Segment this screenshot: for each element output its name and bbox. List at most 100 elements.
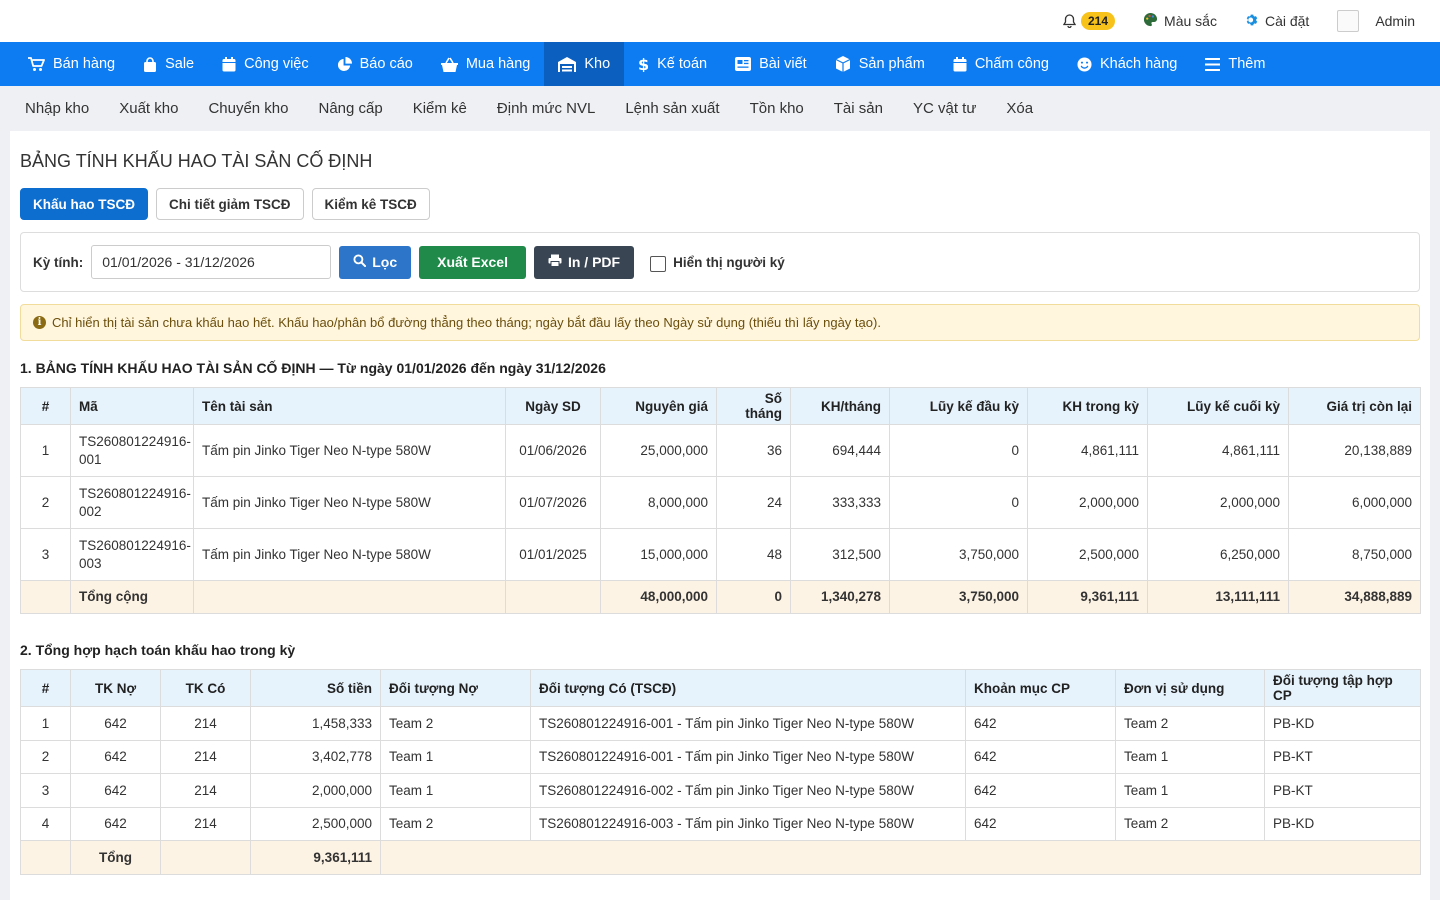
svg-text:$: $ xyxy=(638,56,649,72)
table-row: 4 642 214 2,500,000 Team 2 TS260801224916-003… xyxy=(20,806,1421,841)
subnav-item-dinh-muc-nvl[interactable]: Định mức NVL xyxy=(482,100,610,117)
table-cell: Tấm pin Jinko Tiger Neo N-type 580W xyxy=(193,424,506,477)
total-luy-ke-dau: 3,750,000 xyxy=(889,580,1028,614)
tab-khau-hao[interactable]: Khấu hao TSCĐ xyxy=(20,188,149,220)
table-cell: 4 xyxy=(20,806,71,841)
nav-item-bao-cao[interactable]: Báo cáo xyxy=(323,42,427,86)
calendar-check-icon xyxy=(953,56,967,72)
column-header: KH trong kỳ xyxy=(1027,387,1148,425)
subnav-item-tai-san[interactable]: Tài sản xyxy=(819,100,898,117)
table-cell: 2 xyxy=(20,739,71,774)
main-nav: Bán hàng Sale Công việc Báo cáo Mua hàng Kho $… xyxy=(0,42,1440,86)
table-cell: 1 xyxy=(20,424,71,477)
table-row: 2 TS260801224916-002 Tấm pin Jinko Tiger N… xyxy=(20,476,1421,529)
bell-icon xyxy=(1061,13,1077,29)
table-row: 1 TS260801224916-001 Tấm pin Jinko Tiger N… xyxy=(20,424,1421,477)
total-row: Tổng cộng 48,000,000 0 1,340,278 3,750,000 9,… xyxy=(20,580,1421,614)
subnav-item-kiem-ke[interactable]: Kiểm kê xyxy=(398,100,482,117)
column-header: # xyxy=(20,387,71,425)
table-cell: 25,000,000 xyxy=(600,424,717,477)
show-signer-option[interactable]: Hiển thị người ký xyxy=(650,253,785,272)
export-excel-button[interactable]: Xuất Excel xyxy=(419,245,526,279)
user-menu[interactable]: Admin xyxy=(1337,10,1415,32)
nav-item-sale[interactable]: Sale xyxy=(129,42,208,86)
subnav-item-nhap-kho[interactable]: Nhập kho xyxy=(10,100,104,117)
subnav-item-nang-cap[interactable]: Nâng cấp xyxy=(304,100,398,117)
nav-item-label: Công việc xyxy=(244,56,309,72)
subnav-item-xuat-kho[interactable]: Xuất kho xyxy=(104,100,193,117)
column-header: Lũy kế cuối kỳ xyxy=(1147,387,1289,425)
color-menu[interactable]: Màu sắc xyxy=(1143,12,1217,30)
nav-item-them[interactable]: Thêm xyxy=(1191,42,1279,86)
table-cell: 694,444 xyxy=(790,424,890,477)
nav-item-san-pham[interactable]: Sản phẩm xyxy=(821,42,939,86)
nav-item-ban-hang[interactable]: Bán hàng xyxy=(14,42,129,86)
show-signer-checkbox[interactable] xyxy=(650,255,667,272)
table-cell: TS260801224916-001 - Tấm pin Jinko Tiger… xyxy=(530,739,966,774)
table-cell: 6,250,000 xyxy=(1147,528,1289,581)
table-cell: 01/06/2026 xyxy=(505,424,601,477)
column-header: Đối tượng Nợ xyxy=(380,669,531,707)
subnav-item-chuyen-kho[interactable]: Chuyển kho xyxy=(193,100,303,117)
table-cell: 15,000,000 xyxy=(600,528,717,581)
table-cell: 24 xyxy=(716,476,791,529)
show-signer-label: Hiển thị người ký xyxy=(673,254,785,270)
nav-item-label: Sản phẩm xyxy=(858,56,925,72)
table-cell: 214 xyxy=(160,739,251,774)
table-cell: Team 2 xyxy=(1115,706,1265,741)
filter-button-label: Lọc xyxy=(372,254,398,270)
settings-label: Cài đặt xyxy=(1264,13,1310,29)
table-cell: Tấm pin Jinko Tiger Neo N-type 580W xyxy=(193,476,506,529)
color-label: Màu sắc xyxy=(1164,13,1217,29)
table-cell: Team 2 xyxy=(1115,806,1265,841)
table-cell: 333,333 xyxy=(790,476,890,529)
settings-menu[interactable]: Cài đặt xyxy=(1245,13,1309,30)
table-cell: 8,750,000 xyxy=(1288,528,1421,581)
nav-item-ke-toan[interactable]: $ Kế toán xyxy=(624,42,721,86)
table-cell: 8,000,000 xyxy=(600,476,717,529)
table-cell: 642 xyxy=(70,773,161,808)
total-kh-trong-ky: 9,361,111 xyxy=(1027,580,1148,614)
column-header: Số tiền xyxy=(250,669,381,707)
basket-icon xyxy=(440,57,458,72)
nav-item-kho[interactable]: Kho xyxy=(544,42,625,86)
table-cell: 642 xyxy=(965,706,1116,741)
column-header: Ngày SD xyxy=(505,387,601,425)
nav-item-mua-hang[interactable]: Mua hàng xyxy=(427,42,545,86)
total-amount: 9,361,111 xyxy=(250,840,381,875)
gear-icon xyxy=(1245,13,1259,30)
tab-kiem-ke[interactable]: Kiểm kê TSCĐ xyxy=(311,188,430,220)
calendar-icon xyxy=(222,56,236,72)
table-cell: 48 xyxy=(716,528,791,581)
nav-item-khach-hang[interactable]: Khách hàng xyxy=(1063,42,1191,86)
table-cell: 4,861,111 xyxy=(1147,424,1289,477)
nav-item-label: Báo cáo xyxy=(359,56,413,72)
sub-nav: Nhập kho Xuất kho Chuyển kho Nâng cấp Kiểm k… xyxy=(0,86,1440,131)
table-cell: 20,138,889 xyxy=(1288,424,1421,477)
avatar xyxy=(1337,10,1360,32)
subnav-item-lenh-san-xuat[interactable]: Lệnh sản xuất xyxy=(610,100,734,117)
notifications[interactable]: 214 xyxy=(1061,12,1116,30)
nav-item-cham-cong[interactable]: Chấm công xyxy=(939,42,1063,86)
column-header: TK Có xyxy=(160,669,251,707)
tab-chi-tiet-giam[interactable]: Chi tiết giảm TSCĐ xyxy=(156,188,304,220)
period-range-input[interactable] xyxy=(91,245,332,279)
table-cell: 312,500 xyxy=(790,528,890,581)
top-bar: 214 Màu sắc Cài đặt Admin xyxy=(0,0,1440,42)
subnav-item-ton-kho[interactable]: Tồn kho xyxy=(735,100,819,117)
nav-item-label: Mua hàng xyxy=(465,56,531,72)
table-cell: TS260801224916-001 xyxy=(70,424,194,477)
print-pdf-button[interactable]: In / PDF xyxy=(533,245,635,279)
nav-item-cong-viec[interactable]: Công việc xyxy=(208,42,322,86)
table-cell: 01/07/2026 xyxy=(505,476,601,529)
subnav-item-yc-vat-tu[interactable]: YC vật tư xyxy=(898,100,991,117)
admin-label: Admin xyxy=(1375,13,1415,29)
table-cell: PB-KT xyxy=(1264,739,1421,774)
info-icon: i xyxy=(33,316,46,329)
table-row: 3 642 214 2,000,000 Team 1 TS260801224916-002… xyxy=(20,773,1421,808)
subnav-item-xoa[interactable]: Xóa xyxy=(991,100,1048,117)
table-cell: 2 xyxy=(20,476,71,529)
filter-button[interactable]: Lọc xyxy=(339,245,412,279)
table-cell: 3 xyxy=(20,528,71,581)
nav-item-bai-viet[interactable]: Bài viết xyxy=(721,42,821,86)
